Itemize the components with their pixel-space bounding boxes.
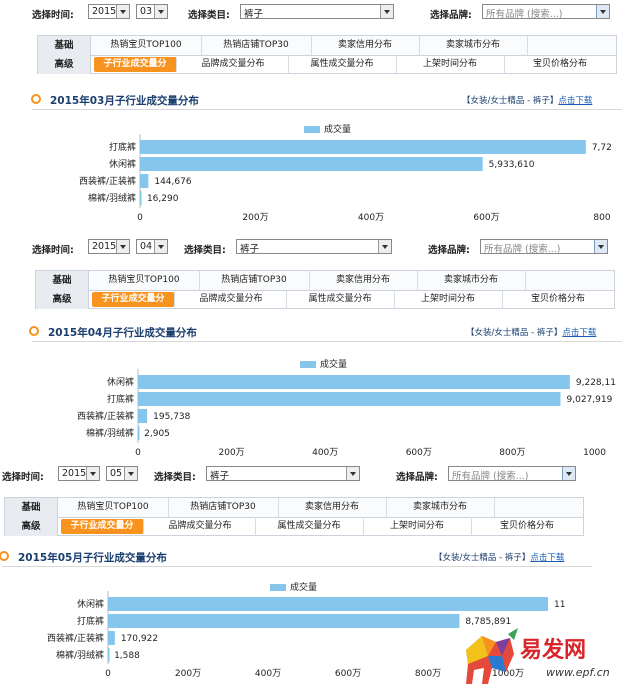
- x-tick-label: 800: [593, 213, 610, 223]
- category-label: 西装裤/正装裤: [79, 175, 136, 187]
- category-label: 西装裤/正装裤: [47, 632, 104, 644]
- bar: [140, 191, 142, 205]
- bar: [140, 157, 483, 171]
- x-tick-label: 1000: [583, 448, 606, 458]
- category-label: 打底裤: [109, 141, 136, 153]
- category-label: 休闲裤: [109, 158, 136, 170]
- bar: [138, 426, 140, 440]
- x-tick-label: 400万: [255, 669, 281, 679]
- bar-chart: 0 200万 400万 600万 800万 1000 休闲裤 9,228,11 打底裤 9,027…: [77, 369, 616, 458]
- x-tick-label: 600万: [406, 448, 432, 458]
- data-label: 9,228,11: [576, 378, 616, 388]
- x-tick-label: 0: [105, 669, 111, 679]
- bar: [140, 174, 149, 188]
- category-label: 休闲裤: [77, 598, 104, 610]
- data-label: 2,905: [144, 429, 170, 439]
- x-tick-label: 800万: [415, 669, 441, 679]
- category-label: 打底裤: [77, 615, 104, 627]
- x-tick-label: 200万: [175, 669, 201, 679]
- x-tick-label: 200万: [219, 448, 245, 458]
- x-tick-label: 600万: [473, 213, 499, 223]
- panel-2015-04: 选择时间: 2015 04 选择类目: 裤子 选择品牌: 所有品牌 (搜索...…: [29, 237, 622, 469]
- x-tick-label: 400万: [312, 448, 338, 458]
- panel-2015-03: 选择时间: 2015 03 选择类目: 裤子 选择品牌: 所有品牌 (搜索...…: [31, 2, 622, 234]
- bar: [138, 375, 570, 389]
- watermark-logo: 易发网 www.epf.cn: [462, 628, 622, 688]
- data-label: 11: [554, 600, 565, 610]
- category-label: 棉裤/羽绒裤: [56, 649, 104, 661]
- category-label: 休闲裤: [107, 376, 134, 388]
- data-label: 5,933,610: [489, 160, 535, 170]
- data-label: 195,738: [153, 412, 190, 422]
- bar: [108, 597, 548, 611]
- data-label: 16,290: [147, 194, 179, 204]
- bar: [138, 392, 561, 406]
- data-label: 9,027,919: [567, 395, 613, 405]
- x-tick-label: 0: [135, 448, 141, 458]
- watermark-brand-text: 易发网: [520, 637, 587, 663]
- x-tick-label: 400万: [358, 213, 384, 223]
- data-label: 1,588: [114, 651, 140, 661]
- x-tick-label: 200万: [242, 213, 268, 223]
- watermark-url: www.epf.cn: [546, 666, 610, 679]
- category-label: 打底裤: [107, 393, 134, 405]
- bar-chart: 0 200万 400万 600万 800 打底裤 7,72 休闲裤 5,933,610 西装裤/正…: [79, 134, 612, 223]
- category-label: 棉裤/羽绒裤: [86, 427, 134, 439]
- bar: [108, 631, 115, 645]
- category-label: 棉裤/羽绒裤: [88, 192, 136, 204]
- data-label: 144,676: [154, 177, 191, 187]
- x-tick-label: 800万: [499, 448, 525, 458]
- x-tick-label: 0: [137, 213, 143, 223]
- bar: [108, 648, 110, 662]
- x-tick-label: 600万: [335, 669, 361, 679]
- data-label: 7,72: [592, 143, 612, 153]
- bar: [140, 140, 586, 154]
- data-label: 170,922: [121, 634, 158, 644]
- bar: [108, 614, 460, 628]
- category-label: 西装裤/正装裤: [77, 410, 134, 422]
- bar: [138, 409, 148, 423]
- data-label: 8,785,891: [465, 617, 511, 627]
